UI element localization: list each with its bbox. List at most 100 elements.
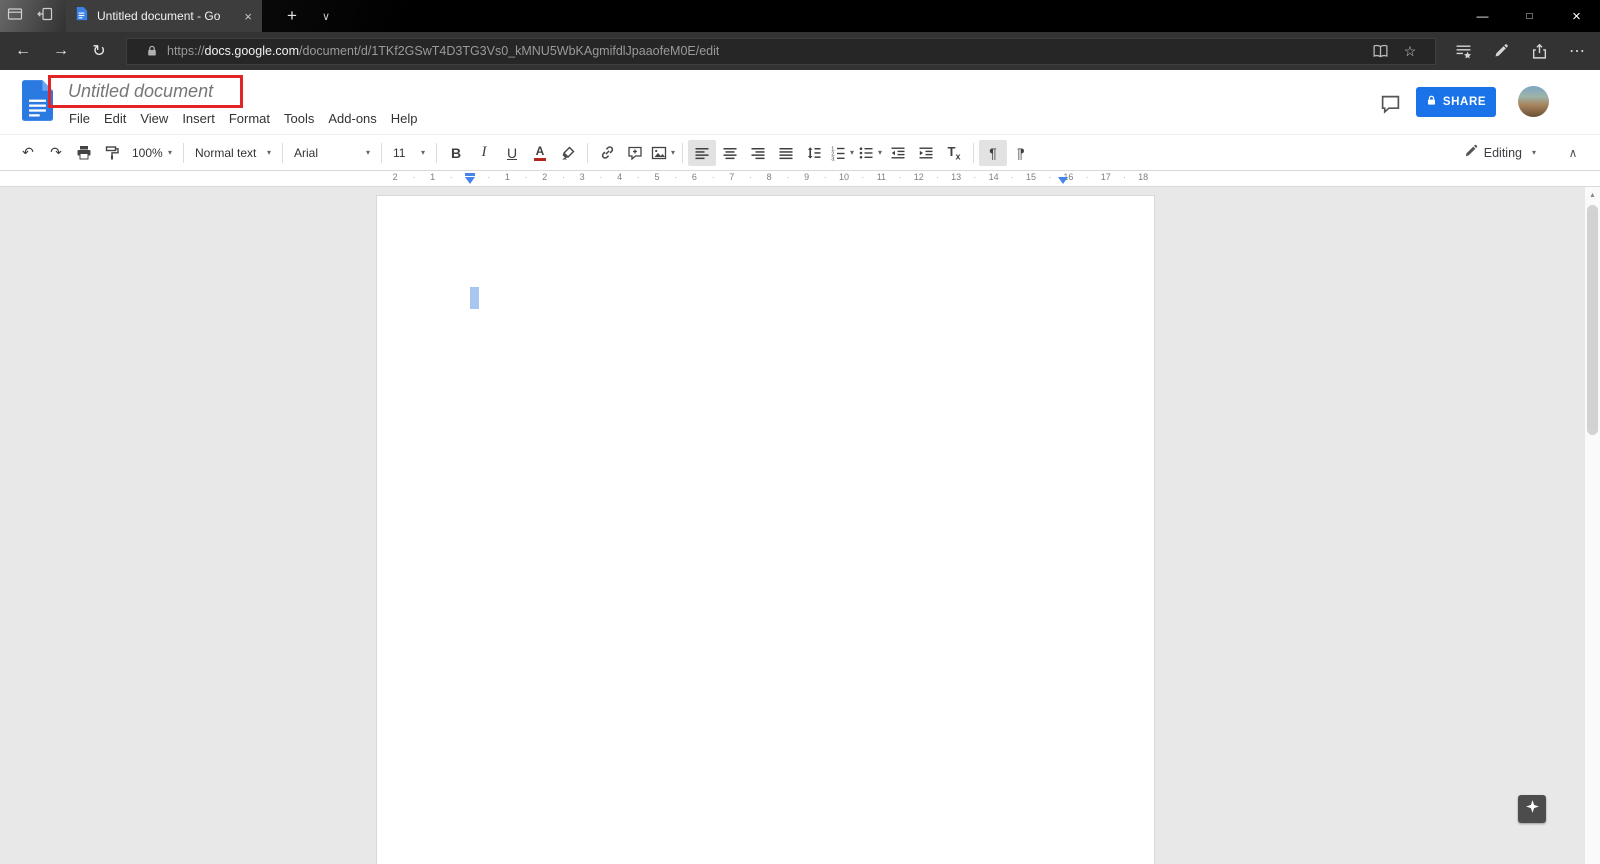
- hub-favorites-button[interactable]: [1444, 32, 1482, 70]
- align-center-button[interactable]: [716, 140, 744, 166]
- font-value: Arial: [294, 145, 319, 160]
- paint-format-button[interactable]: [98, 140, 126, 166]
- reading-view-button[interactable]: [1365, 38, 1395, 65]
- share-page-button[interactable]: [1520, 32, 1558, 70]
- menu-edit[interactable]: Edit: [97, 110, 133, 127]
- font-size-value: 11: [393, 145, 406, 160]
- menu-file[interactable]: File: [62, 110, 97, 127]
- ruler-tick: ·: [412, 172, 416, 182]
- clear-formatting-button[interactable]: Tx: [940, 140, 968, 166]
- document-title-input[interactable]: Untitled document: [68, 81, 213, 102]
- ruler-tick: ·: [1048, 172, 1052, 182]
- toolbar-separator: [282, 142, 283, 163]
- paragraph-style-value: Normal text: [195, 145, 257, 160]
- set-aside-tabs-icon: [37, 6, 53, 27]
- menu-view[interactable]: View: [133, 110, 175, 127]
- web-note-pen-button[interactable]: [1482, 32, 1520, 70]
- align-right-button[interactable]: [744, 140, 772, 166]
- paragraph-style-dropdown[interactable]: Normal text ▾: [189, 140, 277, 166]
- menu-addons[interactable]: Add-ons: [321, 110, 383, 127]
- zoom-dropdown[interactable]: 100% ▾: [126, 140, 178, 166]
- font-dropdown[interactable]: Arial ▾: [288, 140, 376, 166]
- vertical-scrollbar[interactable]: ▲: [1584, 187, 1600, 864]
- set-aside-tabs-button[interactable]: [30, 0, 60, 32]
- back-button[interactable]: ←: [4, 32, 42, 70]
- text-color-button[interactable]: A: [526, 140, 554, 166]
- ruler-tick: 13: [951, 172, 962, 182]
- zoom-value: 100%: [132, 145, 163, 160]
- right-indent-marker[interactable]: [1058, 177, 1068, 184]
- forward-button[interactable]: →: [42, 32, 80, 70]
- refresh-button[interactable]: ↻: [80, 32, 118, 70]
- insert-comment-button[interactable]: [621, 140, 649, 166]
- explore-button[interactable]: [1518, 795, 1546, 823]
- left-indent-marker[interactable]: [465, 177, 475, 184]
- bold-button[interactable]: B: [442, 140, 470, 166]
- favorite-star-button[interactable]: ☆: [1395, 38, 1425, 65]
- menu-tools[interactable]: Tools: [277, 110, 321, 127]
- hide-menus-button[interactable]: ∧: [1558, 140, 1588, 166]
- first-line-indent-marker[interactable]: [465, 173, 475, 176]
- tab-preview-icon: [7, 6, 23, 27]
- ruler-tick: 18: [1138, 172, 1149, 182]
- url-host: docs.google.com: [204, 44, 300, 58]
- clear-formatting-icon: Tx: [947, 143, 961, 162]
- increase-indent-button[interactable]: [912, 140, 940, 166]
- active-tab[interactable]: Untitled document - Go ×: [66, 0, 262, 32]
- tab-preview-button[interactable]: [0, 0, 30, 32]
- share-button[interactable]: SHARE: [1416, 87, 1496, 117]
- ruler-tick: ·: [636, 172, 640, 182]
- ruler-tick: ·: [674, 172, 678, 182]
- print-button[interactable]: [70, 140, 98, 166]
- google-docs-logo[interactable]: [22, 80, 53, 126]
- italic-button[interactable]: I: [470, 140, 498, 166]
- scroll-up-arrow[interactable]: ▲: [1585, 187, 1600, 203]
- ruler-tick: 2: [392, 172, 398, 182]
- toolbar-separator: [587, 142, 588, 163]
- new-tab-button[interactable]: +: [278, 6, 306, 26]
- text-cursor: [470, 287, 479, 309]
- editing-mode-dropdown[interactable]: Editing ▾: [1456, 140, 1544, 166]
- document-page[interactable]: [376, 195, 1155, 864]
- undo-button[interactable]: ↶: [14, 140, 42, 166]
- tab-list-chevron-button[interactable]: ∨: [314, 10, 338, 23]
- menu-help[interactable]: Help: [384, 110, 425, 127]
- insert-link-button[interactable]: [593, 140, 621, 166]
- open-comments-button[interactable]: [1378, 92, 1402, 116]
- browser-menu-button[interactable]: ⋯: [1558, 32, 1596, 70]
- menu-format[interactable]: Format: [222, 110, 277, 127]
- ruler-tick: 6: [691, 172, 697, 182]
- url-input[interactable]: https:// docs.google.com /document/d/1TK…: [126, 37, 1436, 65]
- menu-insert[interactable]: Insert: [175, 110, 222, 127]
- font-size-dropdown[interactable]: 11 ▾: [387, 140, 431, 166]
- text-direction-rtl-button[interactable]: ¶: [1007, 140, 1035, 166]
- tab-close-button[interactable]: ×: [242, 9, 254, 24]
- highlight-color-button[interactable]: [554, 140, 582, 166]
- toolbar-separator: [183, 142, 184, 163]
- insert-image-button[interactable]: ▾: [649, 140, 677, 166]
- line-spacing-button[interactable]: [800, 140, 828, 166]
- align-justify-button[interactable]: [772, 140, 800, 166]
- numbered-list-button[interactable]: 1. 2. 3. ▾: [828, 140, 856, 166]
- maximize-button[interactable]: □: [1506, 0, 1553, 32]
- ruler-tick: ·: [749, 172, 752, 182]
- decrease-indent-button[interactable]: [884, 140, 912, 166]
- text-direction-ltr-button[interactable]: ¶: [979, 139, 1007, 166]
- browser-address-bar: ← → ↻ https:// docs.google.com /document…: [0, 32, 1600, 70]
- account-avatar[interactable]: [1518, 86, 1549, 117]
- minimize-button[interactable]: —: [1459, 0, 1506, 32]
- underline-button[interactable]: U: [498, 140, 526, 166]
- close-window-button[interactable]: ×: [1553, 0, 1600, 32]
- bulleted-list-button[interactable]: ▾: [856, 140, 884, 166]
- docs-header: Untitled document File Edit View Insert …: [0, 70, 1600, 134]
- align-left-button[interactable]: [688, 139, 716, 166]
- docs-favicon: [74, 6, 89, 26]
- url-scheme: https://: [167, 44, 205, 58]
- docs-toolbar: ↶ ↷ 100% ▾ Normal text ▾ Arial ▾ 11 ▾ B …: [0, 134, 1600, 171]
- pilcrow-rtl-icon: ¶: [1017, 144, 1025, 161]
- ruler-tick: 9: [804, 172, 810, 182]
- editing-mode-label: Editing: [1483, 145, 1522, 160]
- scrollbar-thumb[interactable]: [1587, 205, 1598, 435]
- redo-button[interactable]: ↷: [42, 140, 70, 166]
- ruler[interactable]: 2 1 1 2 3 4 5 6 7 8 9 10 11 12 13 14 15 16 17 18 · · · · · · · · · · ·…: [0, 171, 1600, 187]
